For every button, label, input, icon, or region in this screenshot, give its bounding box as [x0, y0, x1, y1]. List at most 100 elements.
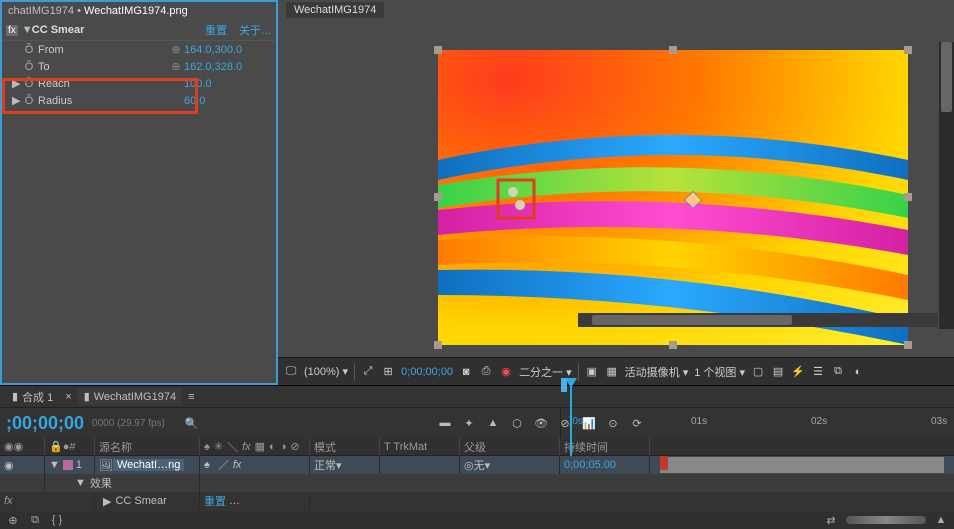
prop-value[interactable]: 164.0,300.0 [184, 44, 272, 56]
prop-from[interactable]: Õ From ⊕ 164.0,300.0 [2, 41, 276, 58]
toggle-icon[interactable]: ▢ [751, 365, 765, 379]
time-ruler[interactable]: )0s 01s 02s 03s [560, 408, 954, 438]
prop-value[interactable]: 162.0,328.0 [184, 61, 272, 73]
resolution-icon[interactable]: ⤢ [361, 365, 375, 379]
fast-preview-icon[interactable]: ⚡ [791, 365, 805, 379]
prop-value[interactable]: 60.0 [184, 95, 272, 107]
reset-link[interactable]: 重置 [205, 22, 227, 38]
label-icon[interactable]: ● [63, 441, 70, 453]
transform-handle[interactable] [904, 341, 912, 349]
tool-icon[interactable]: ▲ [486, 416, 500, 430]
toggle-icon[interactable]: ⧉ [28, 513, 42, 527]
mask-icon[interactable]: ◉ [499, 365, 513, 379]
tab-comp1[interactable]: ▮ 合成 1 [6, 387, 59, 407]
col-trkmat[interactable]: T TrkMat [380, 438, 460, 455]
transform-handle[interactable] [434, 341, 442, 349]
timeline-icon[interactable]: ☰ [811, 365, 825, 379]
shy-icon[interactable]: 👁 [534, 416, 548, 430]
fps-label: 0000 (29.97 fps) [92, 418, 165, 429]
stopwatch-icon[interactable]: Õ [22, 44, 36, 56]
eye-icon[interactable]: ◉ [4, 459, 14, 472]
transform-handle[interactable] [669, 46, 677, 54]
speaker-icon[interactable]: ◉ [14, 440, 24, 453]
about-link[interactable]: 关于… [239, 22, 272, 38]
col-parent[interactable]: 父级 [460, 438, 560, 455]
zoom-slider[interactable] [846, 516, 926, 524]
prop-reach[interactable]: ▶ Õ Reach 100.0 [2, 75, 276, 92]
prop-label: Reach [36, 78, 168, 90]
lock-icon[interactable]: 🔒 [49, 440, 63, 453]
tool-icon[interactable]: ▬ [438, 416, 452, 430]
pickwhip-icon[interactable]: ◎ [464, 459, 474, 472]
views-dropdown[interactable]: 1 个视图 ▾ [694, 364, 745, 380]
stopwatch-icon[interactable]: Õ [22, 95, 36, 107]
chevron-down-icon[interactable]: ▼ [75, 477, 86, 489]
effect-header[interactable]: fx ▼ CC Smear 重置 关于… [2, 20, 276, 41]
mode-dropdown[interactable]: 正常 [314, 457, 336, 473]
chevron-right-icon[interactable]: ▶ [103, 495, 111, 508]
zoom-out-icon[interactable]: ▲ [934, 513, 948, 527]
chevron-right-icon[interactable]: ▶ [12, 94, 22, 107]
canvas-area[interactable] [278, 20, 954, 357]
duration-value[interactable]: 0;00;05.00 [560, 456, 650, 474]
grid-icon[interactable]: ⊞ [381, 365, 395, 379]
transform-handle[interactable] [904, 193, 912, 201]
columns-header: ◉ ◉ 🔒 ● # 源名称 ♠✳＼fx▦◐◑⊘ 模式 T TrkMat 父级 持… [0, 438, 954, 456]
layer-name[interactable]: WechatI…ng [113, 459, 184, 471]
camera-dropdown[interactable]: 活动摄像机 ▾ [625, 364, 689, 380]
col-source[interactable]: 源名称 [95, 438, 200, 455]
file-icon: 🖼 [99, 459, 113, 472]
region-icon[interactable]: ▣ [585, 365, 599, 379]
search-icon[interactable]: 🔍 [185, 417, 199, 430]
chevron-down-icon[interactable]: ▼ [49, 459, 60, 471]
comp-flow-icon[interactable]: ⧉ [831, 365, 845, 379]
chevron-down-icon[interactable]: ▼ [22, 24, 32, 36]
brace-icon[interactable]: { } [50, 513, 64, 527]
prop-radius[interactable]: ▶ Õ Radius 60.0 [2, 92, 276, 109]
panel-menu-icon[interactable]: ≡ [188, 391, 194, 403]
ruler-tick: 01s [691, 416, 707, 427]
zoom-dropdown[interactable]: (100%) ▾ [304, 365, 348, 378]
chevron-right-icon[interactable]: ▶ [12, 77, 22, 90]
fx-reset-link[interactable]: 重置 [204, 493, 226, 509]
tool-icon[interactable]: ✦ [462, 416, 476, 430]
current-time[interactable]: 0;00;00;00 [401, 366, 453, 378]
keyframe-marker[interactable] [660, 456, 668, 470]
parent-dropdown[interactable]: 无 [474, 457, 485, 473]
exposure-icon[interactable]: ◐ [851, 365, 865, 379]
fx-active-icon[interactable]: fx [4, 495, 13, 507]
viewer-tab[interactable]: WechatIMG1974 [278, 0, 954, 20]
camera-icon[interactable]: ◙ [459, 365, 473, 379]
transform-handle[interactable] [904, 46, 912, 54]
tool-icon[interactable]: ⬡ [510, 416, 524, 430]
scrollbar-thumb[interactable] [592, 315, 792, 325]
guides-icon[interactable]: ▦ [605, 365, 619, 379]
crosshair-icon[interactable]: ⊕ [168, 60, 184, 73]
scrollbar-vertical[interactable] [939, 42, 954, 329]
fx-item-row[interactable]: fx ▶ CC Smear 重置 … [0, 492, 954, 510]
stopwatch-icon[interactable]: Õ [22, 78, 36, 90]
stopwatch-icon[interactable]: Õ [22, 61, 36, 73]
scrollbar-horizontal[interactable] [578, 313, 938, 327]
monitor-icon[interactable]: 🖵 [284, 365, 298, 379]
tab-layer[interactable]: ▮ WechatIMG1974 [78, 388, 182, 405]
toggle-icon[interactable]: ⊕ [6, 513, 20, 527]
timeline-footer: ⊕ ⧉ { } ⇄ ▲ [0, 511, 954, 529]
ruler-tick: 02s [811, 416, 827, 427]
pixel-aspect-icon[interactable]: ▤ [771, 365, 785, 379]
transform-handle[interactable] [669, 341, 677, 349]
eye-icon[interactable]: ◉ [4, 440, 14, 453]
col-mode[interactable]: 模式 [310, 438, 380, 455]
snapshot-icon[interactable]: ⎙ [479, 365, 493, 379]
transform-handle[interactable] [434, 46, 442, 54]
canvas[interactable] [438, 50, 908, 345]
label-color[interactable] [63, 460, 73, 470]
prop-value[interactable]: 100.0 [184, 78, 272, 90]
scrollbar-thumb[interactable] [941, 42, 952, 112]
switches-icon[interactable]: ⇄ [824, 513, 838, 527]
prop-label: To [36, 61, 168, 73]
transform-handle[interactable] [434, 193, 442, 201]
crosshair-icon[interactable]: ⊕ [168, 43, 184, 56]
timecode[interactable]: ;00;00;00 [0, 413, 90, 434]
prop-to[interactable]: Õ To ⊕ 162.0,328.0 [2, 58, 276, 75]
